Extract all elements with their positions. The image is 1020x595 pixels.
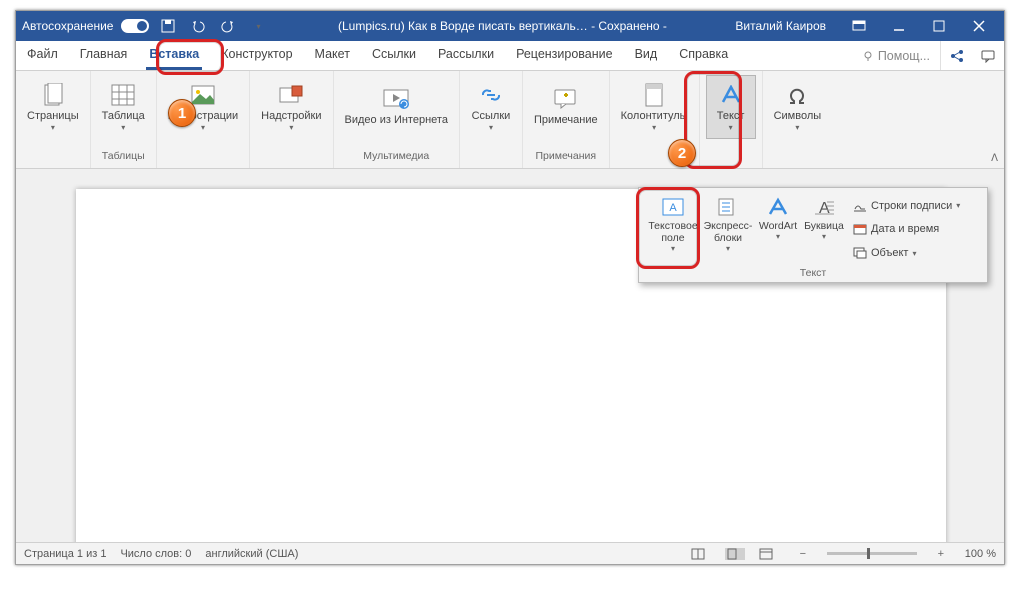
document-title: (Lumpics.ru) Как в Ворде писать вертикал… [338,19,667,33]
dropcap-icon: A [813,195,835,219]
tab-layout[interactable]: Макет [304,41,361,70]
table-icon [111,82,135,108]
object-button[interactable]: Объект ▾ [851,246,962,260]
object-icon [853,247,867,259]
zoom-slider[interactable] [827,552,917,555]
qat-customize-icon[interactable]: ▾ [247,15,269,37]
addins-button[interactable]: Надстройки▾ [256,75,326,139]
undo-icon[interactable] [187,15,209,37]
media-group-label: Мультимедиа [363,150,429,164]
print-layout-icon[interactable] [725,548,745,560]
signature-icon [853,200,867,212]
quickparts-button[interactable]: Экспресс-блоки▾ [701,192,755,267]
video-icon [383,86,409,112]
text-group-label: Текст [639,267,987,282]
tab-help[interactable]: Справка [668,41,739,70]
dropcap-button[interactable]: A Буквица▾ [801,192,847,267]
text-dropdown-panel: A Текстовое поле▾ Экспресс-блоки▾ WordAr… [638,187,988,283]
wordart-button[interactable]: WordArt▾ [755,192,801,267]
web-layout-icon[interactable] [759,548,779,560]
textbox-button[interactable]: A Текстовое поле▾ [645,192,701,267]
search-box[interactable]: Помощ... [852,41,940,70]
callout-1: 1 [168,99,196,127]
comments-group-label: Примечания [535,150,596,164]
tab-mailings[interactable]: Рассылки [427,41,505,70]
pages-button[interactable]: Страницы▾ [22,75,84,139]
tab-design[interactable]: Конструктор [210,41,303,70]
user-name[interactable]: Виталий Каиров [735,19,826,33]
calendar-icon [853,223,867,235]
pages-icon [43,82,63,108]
autosave-toggle[interactable] [121,19,149,33]
text-button[interactable]: Текст▾ [706,75,756,139]
tables-group-label: Таблицы [102,150,145,164]
page-indicator[interactable]: Страница 1 из 1 [24,548,106,560]
links-button[interactable]: Ссылки▾ [466,75,516,139]
header-icon [644,82,664,108]
read-mode-icon[interactable] [691,548,711,560]
tab-insert[interactable]: Вставка [138,41,210,70]
ribbon-display-icon[interactable] [840,11,878,41]
minimize-icon[interactable] [880,11,918,41]
word-count[interactable]: Число слов: 0 [120,548,191,560]
zoom-out-icon[interactable]: − [793,548,813,560]
callout-2: 2 [668,139,696,167]
language-indicator[interactable]: английский (США) [205,548,298,560]
status-bar: Страница 1 из 1 Число слов: 0 английский… [16,542,1004,564]
textbox-icon: A [661,195,685,219]
wordart-icon [767,195,789,219]
signature-line-button[interactable]: Строки подписи ▾ [851,199,962,213]
quickparts-icon [717,195,739,219]
redo-icon[interactable] [217,15,239,37]
autosave-label: Автосохранение [22,19,113,33]
link-icon [479,82,503,108]
omega-icon [786,82,808,108]
ribbon-tabs: Файл Главная Вставка Конструктор Макет С… [16,41,1004,71]
table-button[interactable]: Таблица▾ [97,75,150,139]
addins-icon [279,82,303,108]
title-bar: Автосохранение ▾ (Lumpics.ru) Как в Ворд… [16,11,1004,41]
svg-text:A: A [669,202,677,214]
date-time-button[interactable]: Дата и время [851,222,962,236]
text-icon [720,82,742,108]
symbols-button[interactable]: Символы▾ [769,75,827,139]
comments-button[interactable] [972,41,1004,70]
tab-home[interactable]: Главная [69,41,139,70]
maximize-icon[interactable] [920,11,958,41]
close-icon[interactable] [960,11,998,41]
ribbon: Страницы▾ Таблица▾ Таблицы Иллюстрации▾ [16,71,1004,169]
share-button[interactable] [940,41,972,70]
pictures-icon [191,82,215,108]
save-icon[interactable] [157,15,179,37]
headers-button[interactable]: Колонтитулы▾ [616,75,693,139]
tab-review[interactable]: Рецензирование [505,41,624,70]
lightbulb-icon [862,50,874,62]
comment-button[interactable]: Примечание [529,75,603,139]
tab-view[interactable]: Вид [624,41,669,70]
collapse-ribbon-icon[interactable]: ᐱ [991,153,998,164]
zoom-level[interactable]: 100 % [965,548,996,560]
online-video-button[interactable]: Видео из Интернета [340,75,453,139]
comment-icon [554,86,578,112]
tab-references[interactable]: Ссылки [361,41,427,70]
tab-file[interactable]: Файл [16,41,69,70]
zoom-in-icon[interactable]: + [931,548,951,560]
